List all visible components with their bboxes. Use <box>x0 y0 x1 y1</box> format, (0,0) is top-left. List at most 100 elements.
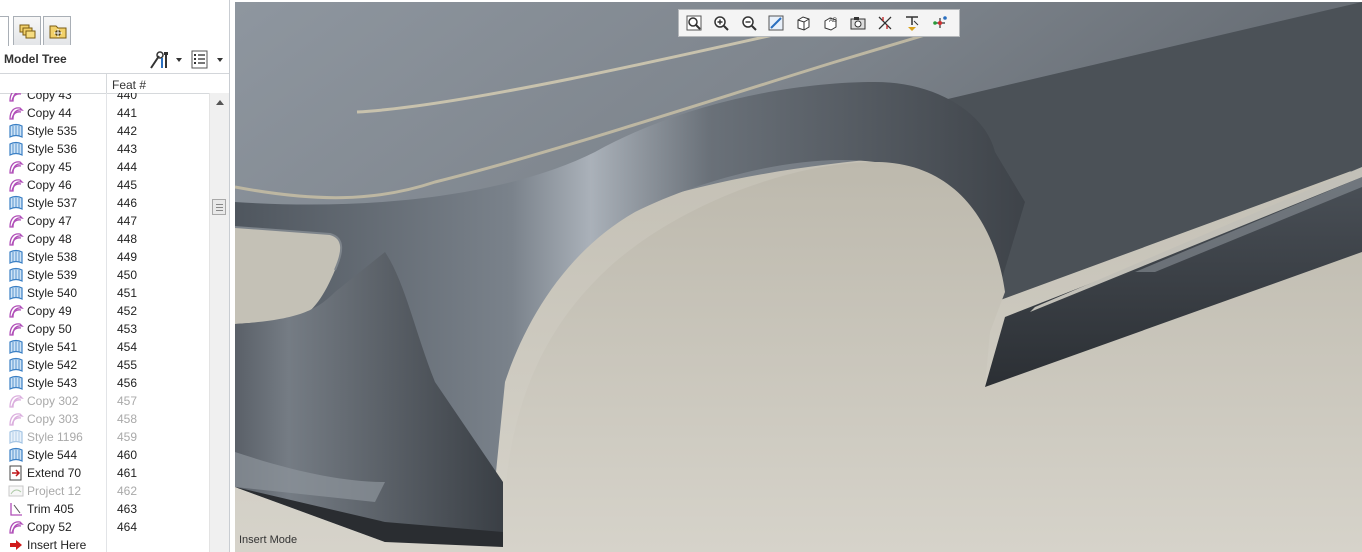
annotation-display-button[interactable] <box>901 13 923 34</box>
tree-row-feat-number: 453 <box>117 322 138 336</box>
tab-favorites[interactable] <box>43 16 71 45</box>
tree-row-feat-number: 457 <box>117 394 138 408</box>
tree-row[interactable]: Project 12 462 <box>0 482 209 500</box>
navigator-panel: Model Tree Feat # Copy 43 440 Copy 44 44… <box>0 0 230 552</box>
tree-row-name: Style 536 <box>27 142 78 156</box>
zoom-in-button[interactable] <box>710 13 732 34</box>
insert-here-marker[interactable]: Insert Here <box>0 536 209 552</box>
chevron-down-icon <box>217 58 223 62</box>
tree-row[interactable]: Copy 45 444 <box>0 158 209 176</box>
tree-row-feat-number: 446 <box>117 196 138 210</box>
refit-button[interactable] <box>683 13 705 34</box>
extend-icon <box>8 465 24 481</box>
svg-text:AB: AB <box>829 18 837 24</box>
tree-row-name: Copy 49 <box>27 304 72 318</box>
tree-row-feat-number: 442 <box>117 124 138 138</box>
tree-row[interactable]: Copy 47 447 <box>0 212 209 230</box>
style-icon <box>8 141 24 157</box>
style-icon <box>8 123 24 139</box>
style-icon <box>8 375 24 391</box>
copy-icon <box>8 177 24 193</box>
tree-row-feat-number: 463 <box>117 502 138 516</box>
tree-row-name: Copy 44 <box>27 106 72 120</box>
tree-row-feat-number: 460 <box>117 448 138 462</box>
tree-row-name: Copy 45 <box>27 160 72 174</box>
tree-row[interactable]: Style 543 456 <box>0 374 209 392</box>
tree-settings-button[interactable] <box>148 50 184 70</box>
style-icon <box>8 285 24 301</box>
tree-row-name: Trim 405 <box>27 502 74 516</box>
tree-row-feat-number: 458 <box>117 412 138 426</box>
tree-row-name: Copy 46 <box>27 178 72 192</box>
scroll-thumb[interactable] <box>212 199 226 215</box>
tree-row[interactable]: Style 542 455 <box>0 356 209 374</box>
style-icon <box>8 447 24 463</box>
tree-row[interactable]: Style 541 454 <box>0 338 209 356</box>
tree-row-name: Copy 52 <box>27 520 72 534</box>
tree-row[interactable]: Style 1196 459 <box>0 428 209 446</box>
folder-browser-icon <box>19 24 36 39</box>
tree-row-name: Copy 43 <box>27 93 72 102</box>
tree-row[interactable]: Copy 44 441 <box>0 104 209 122</box>
tree-scrollbar[interactable] <box>209 93 229 552</box>
style-icon <box>8 429 24 445</box>
tree-row[interactable]: Copy 50 453 <box>0 320 209 338</box>
style-icon <box>8 267 24 283</box>
tree-row[interactable]: Style 537 446 <box>0 194 209 212</box>
display-style-button[interactable] <box>792 13 814 34</box>
view-manager-button[interactable] <box>847 13 869 34</box>
column-feat-header[interactable]: Feat # <box>112 78 146 92</box>
tab-folder-browser[interactable] <box>13 16 41 45</box>
tree-row[interactable]: Copy 303 458 <box>0 410 209 428</box>
tree-row-feat-number: 445 <box>117 178 138 192</box>
tree-show-button[interactable] <box>191 50 227 70</box>
tree-row[interactable]: Copy 48 448 <box>0 230 209 248</box>
tree-row-name: Style 538 <box>27 250 78 264</box>
tree-row-name: Style 539 <box>27 268 78 282</box>
tree-row[interactable]: Copy 43 440 <box>0 93 209 104</box>
tree-row-feat-number: 448 <box>117 232 138 246</box>
tree-row[interactable]: Copy 302 457 <box>0 392 209 410</box>
tree-row-feat-number: 451 <box>117 286 138 300</box>
repaint-button[interactable] <box>765 13 787 34</box>
tree-row-name: Style 1196 <box>27 430 83 444</box>
tab-model-tree[interactable] <box>0 16 9 46</box>
copy-icon <box>8 93 24 103</box>
spin-center-button[interactable] <box>929 13 951 34</box>
tree-row[interactable]: Style 535 442 <box>0 122 209 140</box>
tree-row-feat-number: 452 <box>117 304 138 318</box>
tree-row[interactable]: Style 544 460 <box>0 446 209 464</box>
style-icon <box>8 339 24 355</box>
tree-row[interactable]: Extend 70 461 <box>0 464 209 482</box>
tree-row-feat-number: 454 <box>117 340 138 354</box>
tree-row[interactable]: Style 539 450 <box>0 266 209 284</box>
tree-row[interactable]: Copy 49 452 <box>0 302 209 320</box>
copy-icon <box>8 159 24 175</box>
tree-row[interactable]: Style 540 451 <box>0 284 209 302</box>
tree-row-feat-number: 461 <box>117 466 138 480</box>
tree-row-name: Copy 302 <box>27 394 79 408</box>
tree-column-header: Feat # <box>0 74 229 94</box>
column-name-header[interactable] <box>0 74 107 93</box>
copy-icon <box>8 393 24 409</box>
saved-orientations-button[interactable]: AB <box>820 13 842 34</box>
tree-row-name: Copy 48 <box>27 232 72 246</box>
tree-row-feat-number: 447 <box>117 214 138 228</box>
tree-row-name: Extend 70 <box>27 466 82 480</box>
tree-list-icon <box>191 50 208 69</box>
model-tree-title: Model Tree <box>4 52 67 66</box>
tree-row-feat-number: 459 <box>117 430 138 444</box>
scroll-up-button[interactable] <box>213 96 226 109</box>
tree-row[interactable]: Style 538 449 <box>0 248 209 266</box>
datum-display-button[interactable] <box>874 13 896 34</box>
tree-row[interactable]: Copy 52 464 <box>0 518 209 536</box>
tree-row[interactable]: Copy 46 445 <box>0 176 209 194</box>
tree-row-name: Project 12 <box>27 484 82 498</box>
zoom-out-button[interactable] <box>738 13 760 34</box>
trim-icon <box>8 501 24 517</box>
copy-icon <box>8 321 24 337</box>
tree-row[interactable]: Style 536 443 <box>0 140 209 158</box>
tree-row[interactable]: Trim 405 463 <box>0 500 209 518</box>
tree-row-feat-number: 444 <box>117 160 138 174</box>
graphics-viewport[interactable]: AB Insert Mode <box>235 2 1362 552</box>
